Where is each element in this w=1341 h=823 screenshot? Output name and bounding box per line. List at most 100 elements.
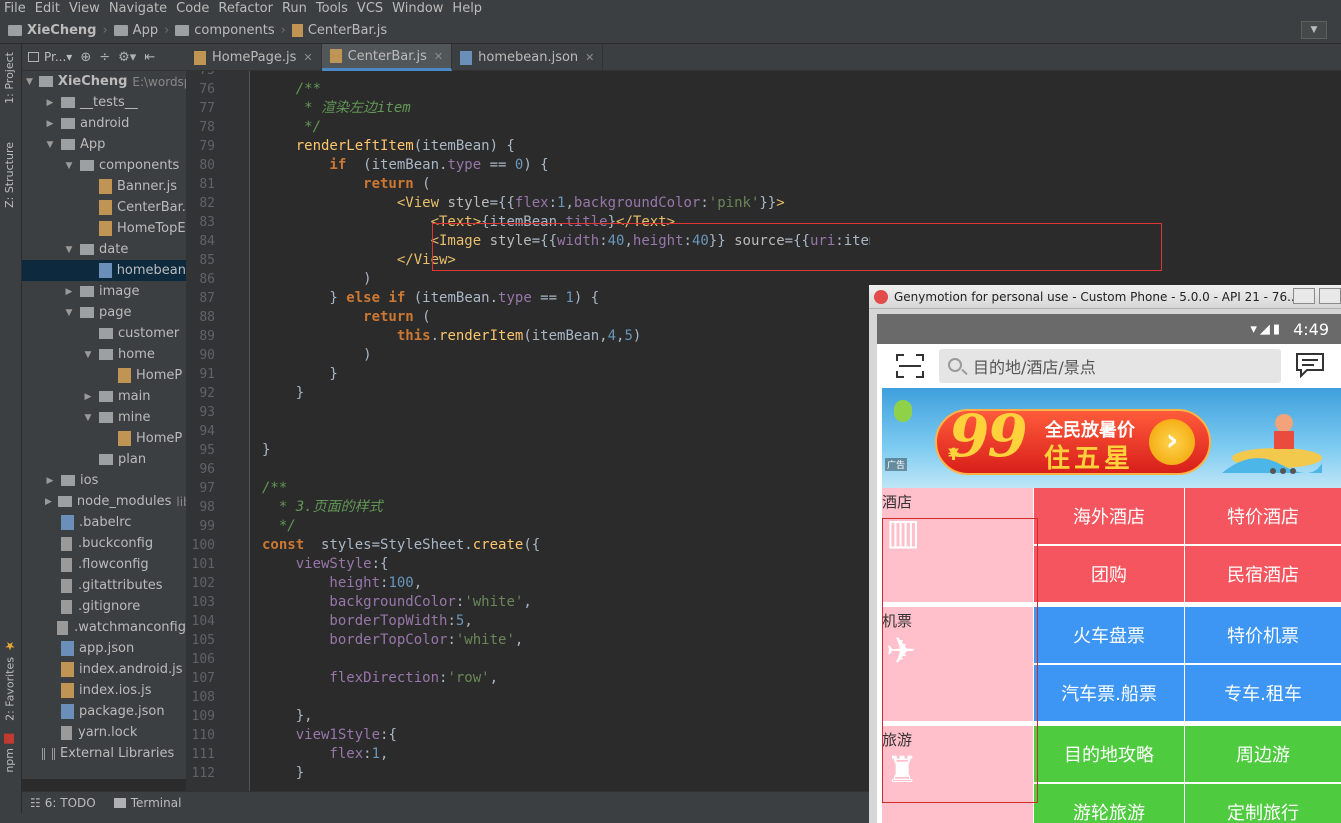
menu-item-tools[interactable]: Tools	[316, 0, 348, 17]
tree-item[interactable]: HomeP	[22, 365, 186, 386]
message-icon[interactable]	[1295, 352, 1325, 378]
breadcrumb-components[interactable]: components	[175, 23, 275, 38]
tree-item[interactable]: Banner.js	[22, 176, 186, 197]
tree-item[interactable]: plan	[22, 449, 186, 470]
expanded-arrow-icon[interactable]: ▼	[45, 140, 55, 150]
collapsed-arrow-icon[interactable]: ▶	[83, 392, 93, 402]
category-cell[interactable]: 目的地攻略	[1034, 726, 1184, 782]
menu-item-vcs[interactable]: VCS	[357, 0, 383, 17]
category-cell[interactable]: 团购	[1034, 546, 1184, 602]
collapsed-arrow-icon[interactable]: ▶	[64, 287, 74, 297]
close-icon[interactable]: ✕	[303, 51, 312, 64]
tree-item[interactable]: customer	[22, 323, 186, 344]
tree-item[interactable]: ▼ XieCheng E:\wordsp	[22, 71, 186, 92]
tree-item[interactable]: .buckconfig	[22, 533, 186, 554]
collapse-icon[interactable]: ÷	[99, 50, 110, 65]
tree-item[interactable]: yarn.lock	[22, 722, 186, 743]
target-icon[interactable]: ⊕	[80, 50, 91, 65]
code-editor[interactable]: /** * 渲染左边item */ renderLeftItem(itemBea…	[250, 71, 870, 791]
category-cell[interactable]: 周边游	[1185, 726, 1341, 782]
collapsed-arrow-icon[interactable]: ▶	[45, 119, 55, 129]
tree-item[interactable]: ▼ page	[22, 302, 186, 323]
tree-item[interactable]: .gitattributes	[22, 575, 186, 596]
tree-item[interactable]: HomeP	[22, 428, 186, 449]
search-input[interactable]: 目的地/酒店/景点	[939, 349, 1281, 383]
tree-item[interactable]: index.android.js	[22, 659, 186, 680]
tree-item[interactable]: ▶ ios	[22, 470, 186, 491]
promo-banner[interactable]: ¥ 99 全民放暑价 住五星 › 广告	[882, 388, 1341, 488]
tree-item[interactable]: ▼ date	[22, 239, 186, 260]
tree-item[interactable]: ▼ components	[22, 155, 186, 176]
expanded-arrow-icon[interactable]: ▼	[26, 77, 33, 87]
close-icon[interactable]: ✕	[585, 51, 594, 64]
menu-item-file[interactable]: File	[4, 0, 26, 17]
menu-item-code[interactable]: Code	[176, 0, 209, 17]
minimize-button[interactable]	[1293, 288, 1315, 304]
expanded-arrow-icon[interactable]: ▼	[83, 350, 93, 360]
category-cell[interactable]: 特价酒店	[1185, 488, 1341, 544]
tree-item[interactable]: ▶ main	[22, 386, 186, 407]
project-tool-tab[interactable]: 1: Project	[3, 52, 16, 104]
breadcrumb-project[interactable]: XieCheng	[8, 23, 96, 38]
menu-item-window[interactable]: Window	[392, 0, 443, 17]
collapsed-arrow-icon[interactable]: ▶	[45, 497, 52, 507]
tree-item[interactable]: .gitignore	[22, 596, 186, 617]
tree-item[interactable]: External Libraries	[22, 743, 186, 764]
expanded-arrow-icon[interactable]: ▼	[64, 161, 74, 171]
pagination-dots[interactable]	[1270, 468, 1300, 474]
menu-item-help[interactable]: Help	[452, 0, 482, 17]
close-icon[interactable]: ✕	[434, 50, 443, 63]
chevron-right-icon[interactable]: ›	[1149, 419, 1195, 465]
category-cell[interactable]: 专车.租车	[1185, 665, 1341, 721]
breadcrumb-file[interactable]: CenterBar.js	[291, 23, 387, 38]
editor-tab[interactable]: homebean.json ✕	[452, 44, 604, 71]
tree-item[interactable]: index.ios.js	[22, 680, 186, 701]
tree-item[interactable]: HomeTopE	[22, 218, 186, 239]
category-cell[interactable]: 民宿酒店	[1185, 546, 1341, 602]
expanded-arrow-icon[interactable]: ▼	[64, 245, 74, 255]
structure-tool-tab[interactable]: Z: Structure	[3, 142, 16, 208]
tree-item[interactable]: ▶ __tests__	[22, 92, 186, 113]
project-view-dropdown[interactable]: Pr...▾	[44, 50, 72, 64]
todo-tab[interactable]: ☷ 6: TODO	[30, 796, 96, 810]
collapsed-arrow-icon[interactable]: ▶	[45, 98, 55, 108]
favorites-tool-tab[interactable]: 2: Favorites ★	[3, 639, 17, 721]
scan-icon[interactable]	[895, 353, 925, 379]
expanded-arrow-icon[interactable]: ▼	[64, 308, 74, 318]
tree-item[interactable]: package.json	[22, 701, 186, 722]
genymotion-title-bar[interactable]: Genymotion for personal use - Custom Pho…	[869, 285, 1341, 309]
tree-item[interactable]: ▼ mine	[22, 407, 186, 428]
editor-tab[interactable]: HomePage.js ✕	[186, 44, 322, 71]
category-cell[interactable]: 汽车票.船票	[1034, 665, 1184, 721]
maximize-button[interactable]	[1319, 288, 1341, 304]
breadcrumb-app[interactable]: App	[113, 23, 158, 38]
npm-tool-tab[interactable]: npm	[3, 734, 16, 773]
tree-item[interactable]: ▶ android	[22, 113, 186, 134]
expanded-arrow-icon[interactable]: ▼	[83, 413, 93, 423]
tree-item[interactable]: ▼ home	[22, 344, 186, 365]
menu-item-navigate[interactable]: Navigate	[109, 0, 167, 17]
category-cell[interactable]: 火车盘票	[1034, 607, 1184, 663]
editor-tab[interactable]: CenterBar.js ✕	[321, 44, 453, 71]
tree-item[interactable]: app.json	[22, 638, 186, 659]
tree-item[interactable]: .flowconfig	[22, 554, 186, 575]
collapsed-arrow-icon[interactable]: ▶	[45, 476, 55, 486]
tree-item[interactable]: .babelrc	[22, 512, 186, 533]
chevron-down-icon[interactable]: ▼	[1301, 21, 1327, 39]
gear-icon[interactable]: ⚙▾	[118, 50, 136, 65]
menu-item-run[interactable]: Run	[282, 0, 307, 17]
category-cell[interactable]: 定制旅行	[1185, 784, 1341, 823]
category-cell[interactable]: 海外酒店	[1034, 488, 1184, 544]
menu-item-refactor[interactable]: Refactor	[218, 0, 273, 17]
tree-item[interactable]: .watchmanconfig	[22, 617, 186, 638]
category-cell[interactable]: 特价机票	[1185, 607, 1341, 663]
tree-item[interactable]: ▶ node_modules lib	[22, 491, 186, 512]
category-cell[interactable]: 游轮旅游	[1034, 784, 1184, 823]
menu-item-edit[interactable]: Edit	[35, 0, 60, 17]
tree-item[interactable]: ▶ image	[22, 281, 186, 302]
tree-item[interactable]: CenterBar.	[22, 197, 186, 218]
terminal-tab[interactable]: Terminal	[113, 796, 181, 810]
tree-item[interactable]: homebean	[22, 260, 186, 281]
hide-icon[interactable]: ⇤	[144, 50, 155, 65]
tree-item[interactable]: ▼ App	[22, 134, 186, 155]
